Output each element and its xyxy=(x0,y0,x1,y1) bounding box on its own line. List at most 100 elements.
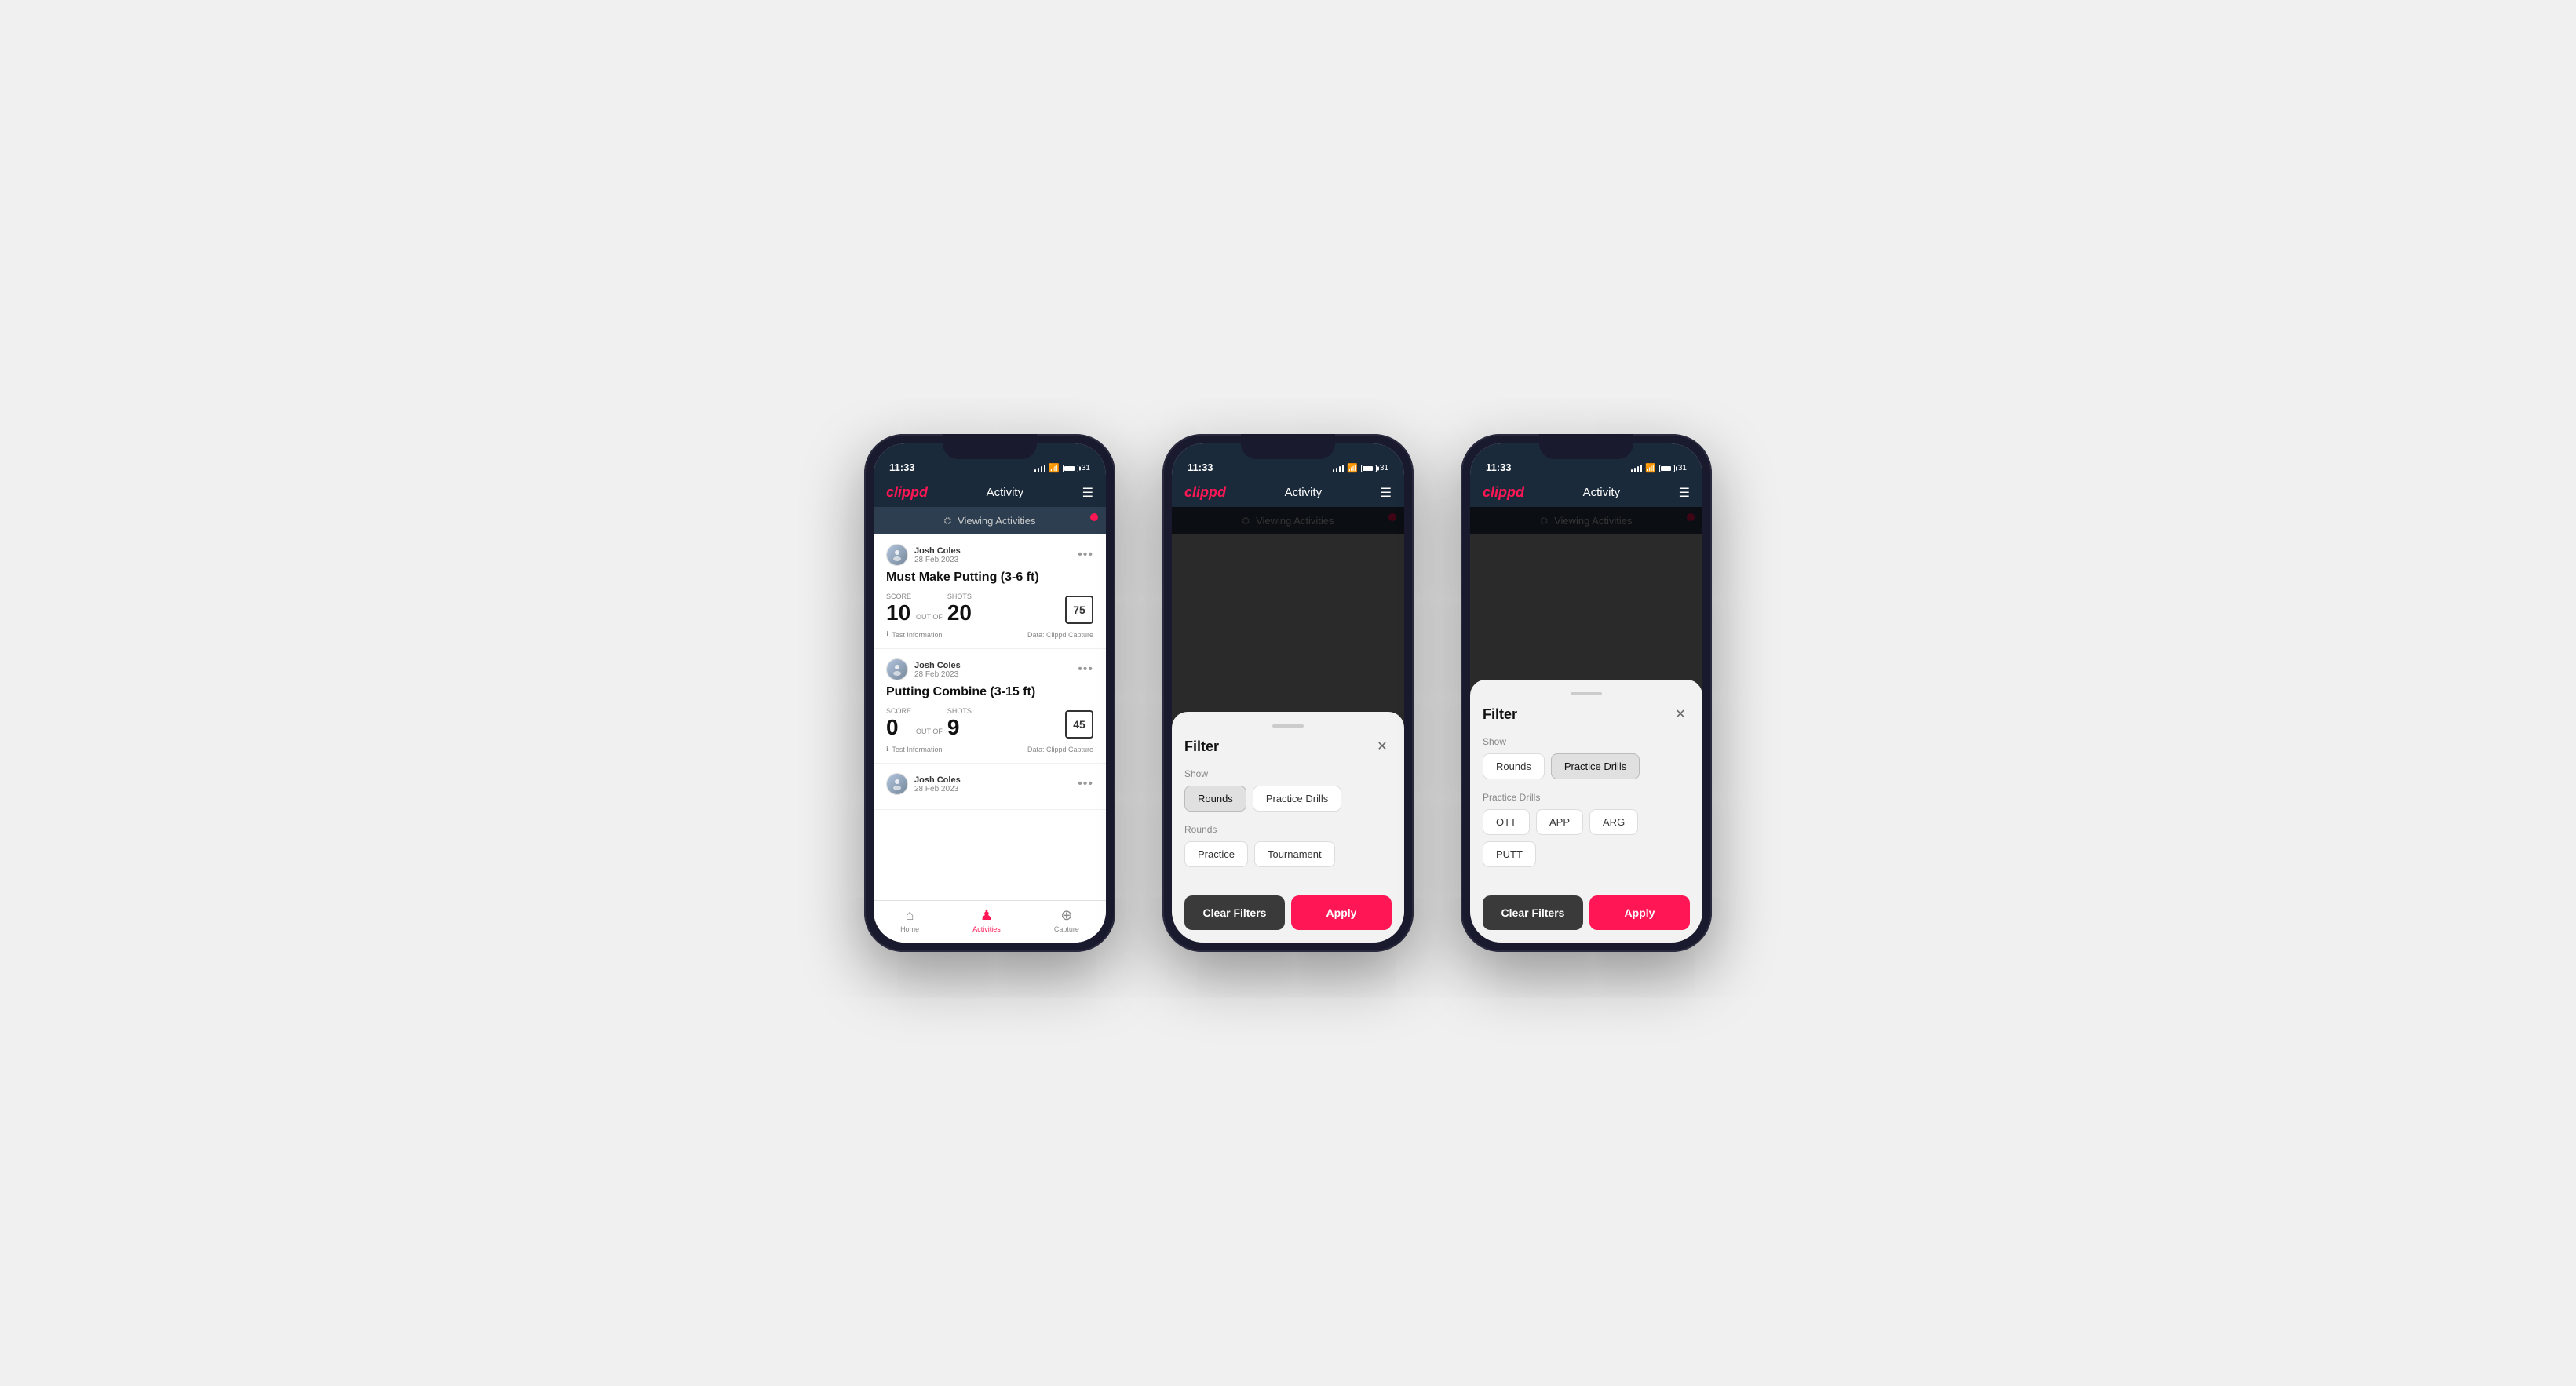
apply-btn-2[interactable]: Apply xyxy=(1291,895,1392,930)
signal-bars-2 xyxy=(1333,465,1345,472)
nav-logo-3: clippd xyxy=(1483,484,1524,501)
ott-btn-3[interactable]: OTT xyxy=(1483,809,1530,835)
signal-bar-2 xyxy=(1038,468,1040,472)
data-source-2: Data: Clippd Capture xyxy=(1027,746,1093,753)
user-date-1: 28 Feb 2023 xyxy=(914,556,961,564)
battery-3 xyxy=(1659,465,1675,472)
clear-filters-btn-3[interactable]: Clear Filters xyxy=(1483,895,1583,930)
nav-menu-2[interactable]: ☰ xyxy=(1381,485,1392,501)
nav-menu-1[interactable]: ☰ xyxy=(1082,485,1093,501)
test-info-1: ℹ Test Information xyxy=(886,630,942,639)
user-info-3: Josh Coles 28 Feb 2023 xyxy=(914,775,961,793)
user-date-3: 28 Feb 2023 xyxy=(914,785,961,793)
signal-bar-3-3 xyxy=(1637,466,1640,472)
card-user-3: Josh Coles 28 Feb 2023 xyxy=(886,773,961,795)
activity-title-2: Putting Combine (3-15 ft) xyxy=(886,685,1093,699)
putt-btn-3[interactable]: PUTT xyxy=(1483,841,1536,867)
home-label: Home xyxy=(900,925,919,933)
capture-label: Capture xyxy=(1054,925,1079,933)
battery-fill-3 xyxy=(1661,466,1671,471)
dots-menu-2[interactable]: ••• xyxy=(1078,662,1093,677)
app-btn-3[interactable]: APP xyxy=(1536,809,1583,835)
signal-bar-3-2 xyxy=(1634,468,1636,472)
phone-1-content: ⛭ Viewing Activities xyxy=(874,507,1106,900)
filter-sheet-3: Filter ✕ Show Rounds Practice Drills Pra… xyxy=(1470,680,1702,943)
clear-filters-btn-2[interactable]: Clear Filters xyxy=(1184,895,1285,930)
phones-container: 11:33 📶 31 clippd xyxy=(864,434,1712,952)
battery-2 xyxy=(1361,465,1377,472)
arg-btn-3[interactable]: ARG xyxy=(1589,809,1638,835)
user-name-3: Josh Coles xyxy=(914,775,961,785)
shots-label-2: Shots xyxy=(947,707,972,715)
status-time-2: 11:33 xyxy=(1188,461,1213,473)
avatar-inner-2 xyxy=(887,659,907,680)
capture-icon: ⊕ xyxy=(1060,907,1072,924)
nav-menu-3[interactable]: ☰ xyxy=(1679,485,1690,501)
activity-card-1[interactable]: Josh Coles 28 Feb 2023 ••• Must Make Put… xyxy=(874,534,1106,649)
filter-handle-2 xyxy=(1272,724,1304,728)
rounds-btn-2[interactable]: Rounds xyxy=(1184,786,1246,812)
score-label-2: Score xyxy=(886,707,911,715)
shots-group-1: Shots 20 xyxy=(947,593,972,624)
shot-quality-value-1: 75 xyxy=(1073,604,1085,616)
avatar-1 xyxy=(886,544,908,566)
nav-title-2: Activity xyxy=(1285,486,1323,499)
activities-icon: ♟ xyxy=(980,907,993,924)
rounds-buttons-2: Practice Tournament xyxy=(1184,841,1392,867)
test-info-icon-2: ℹ xyxy=(886,745,888,753)
card-footer-1: ℹ Test Information Data: Clippd Capture xyxy=(886,630,1093,639)
card-user-1: Josh Coles 28 Feb 2023 xyxy=(886,544,961,566)
nav-item-activities[interactable]: ♟ Activities xyxy=(972,907,1001,933)
dots-menu-3[interactable]: ••• xyxy=(1078,777,1093,791)
bottom-nav-1: ⌂ Home ♟ Activities ⊕ Capture xyxy=(874,900,1106,943)
phone-1: 11:33 📶 31 clippd xyxy=(864,434,1115,952)
nav-item-capture[interactable]: ⊕ Capture xyxy=(1054,907,1079,933)
avatar-icon-2 xyxy=(891,663,903,676)
viewing-dot-1 xyxy=(1090,513,1098,521)
activity-card-2[interactable]: Josh Coles 28 Feb 2023 ••• Putting Combi… xyxy=(874,649,1106,764)
viewing-bar-1[interactable]: ⛭ Viewing Activities xyxy=(874,507,1106,534)
signal-bar-2-3 xyxy=(1339,466,1341,472)
user-info-1: Josh Coles 28 Feb 2023 xyxy=(914,546,961,564)
practice-drills-btn-3[interactable]: Practice Drills xyxy=(1551,753,1640,779)
test-info-icon-1: ℹ xyxy=(886,630,888,639)
practice-round-btn-2[interactable]: Practice xyxy=(1184,841,1248,867)
signal-bars-3 xyxy=(1631,465,1643,472)
signal-bar-2-4 xyxy=(1342,465,1345,472)
notch-3 xyxy=(1539,434,1633,459)
nav-title-1: Activity xyxy=(987,486,1024,499)
apply-btn-3[interactable]: Apply xyxy=(1589,895,1690,930)
battery-fill-2 xyxy=(1363,466,1373,471)
shot-quality-badge-1: 75 xyxy=(1065,596,1093,624)
stats-row-2: Score 0 OUT OF Shots 9 45 xyxy=(886,707,1093,739)
phone-2: 11:33 📶 31 clippd xyxy=(1162,434,1414,952)
filter-close-2[interactable]: ✕ xyxy=(1373,737,1392,756)
filter-actions-2: Clear Filters Apply xyxy=(1184,895,1392,930)
filter-overlay-2: Filter ✕ Show Rounds Practice Drills Rou… xyxy=(1172,507,1404,943)
battery-label-1: 31 xyxy=(1082,464,1090,472)
activities-label: Activities xyxy=(972,925,1001,933)
rounds-btn-3[interactable]: Rounds xyxy=(1483,753,1545,779)
status-time-1: 11:33 xyxy=(889,461,915,473)
user-info-2: Josh Coles 28 Feb 2023 xyxy=(914,661,961,679)
dots-menu-1[interactable]: ••• xyxy=(1078,548,1093,562)
filter-title-2: Filter xyxy=(1184,739,1219,755)
filter-header-2: Filter ✕ xyxy=(1184,737,1392,756)
filter-overlay-3: Filter ✕ Show Rounds Practice Drills Pra… xyxy=(1470,507,1702,943)
score-group-1: Score 10 xyxy=(886,593,911,624)
practice-drills-btn-2[interactable]: Practice Drills xyxy=(1253,786,1341,812)
signal-bar-2-2 xyxy=(1336,468,1338,472)
data-source-1: Data: Clippd Capture xyxy=(1027,631,1093,639)
score-label-1: Score xyxy=(886,593,911,600)
shots-group-2: Shots 9 xyxy=(947,707,972,739)
show-buttons-2: Rounds Practice Drills xyxy=(1184,786,1392,812)
activity-title-1: Must Make Putting (3-6 ft) xyxy=(886,571,1093,585)
tournament-btn-2[interactable]: Tournament xyxy=(1254,841,1335,867)
phone-2-inner: 11:33 📶 31 clippd xyxy=(1172,443,1404,943)
filter-close-3[interactable]: ✕ xyxy=(1671,705,1690,724)
signal-bars-1 xyxy=(1034,465,1046,472)
nav-item-home[interactable]: ⌂ Home xyxy=(900,907,919,933)
wifi-icon-1: 📶 xyxy=(1049,463,1060,473)
out-of-2: OUT OF xyxy=(916,728,943,735)
show-label-2: Show xyxy=(1184,768,1392,779)
